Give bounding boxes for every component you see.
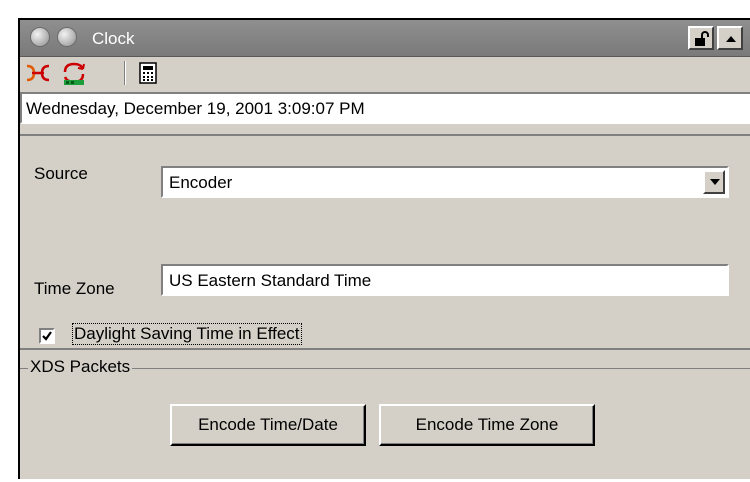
toolbar (20, 57, 750, 89)
minimize-orb-icon[interactable] (57, 27, 77, 47)
xds-group-title: XDS Packets (28, 357, 133, 377)
dst-label[interactable]: Daylight Saving Time in Effect (72, 323, 302, 345)
calculator-icon (139, 62, 157, 84)
calculator-button[interactable] (134, 60, 162, 86)
timezone-field[interactable]: US Eastern Standard Time (161, 264, 729, 296)
timezone-label: Time Zone (34, 279, 115, 298)
clock-window: Clock Wednesday, December 19, 2001 3:09:… (18, 18, 750, 479)
window-title: Clock (92, 29, 135, 48)
toolbar-separator (124, 61, 126, 85)
encoder-connect-icon (26, 64, 50, 82)
close-orb-icon[interactable] (30, 27, 50, 47)
triangle-up-icon (726, 36, 736, 42)
encoder-connect-button[interactable] (24, 60, 52, 86)
lock-button[interactable] (688, 26, 714, 50)
checkmark-icon (42, 331, 52, 341)
sync-clock-icon (63, 62, 85, 85)
chevron-down-icon (710, 179, 720, 185)
dst-checkbox[interactable] (39, 328, 55, 344)
title-bar[interactable]: Clock (20, 20, 750, 57)
encode-time-zone-button[interactable]: Encode Time Zone (379, 404, 595, 446)
encode-time-date-button[interactable]: Encode Time/Date (170, 404, 366, 446)
source-value: Encoder (169, 173, 233, 192)
xds-packets-group: XDS Packets Encode Time/Date Encode Time… (20, 357, 750, 482)
unlock-icon (695, 31, 709, 46)
clock-settings-group: Source Encoder Time Zone US Eastern Stan… (20, 134, 750, 350)
source-dropdown[interactable]: Encoder (161, 166, 729, 198)
source-label: Source (34, 164, 88, 183)
dropdown-arrow-button[interactable] (703, 170, 725, 194)
collapse-button[interactable] (717, 26, 743, 50)
sync-clock-button[interactable] (60, 60, 88, 86)
datetime-display: Wednesday, December 19, 2001 3:09:07 PM (20, 92, 750, 124)
